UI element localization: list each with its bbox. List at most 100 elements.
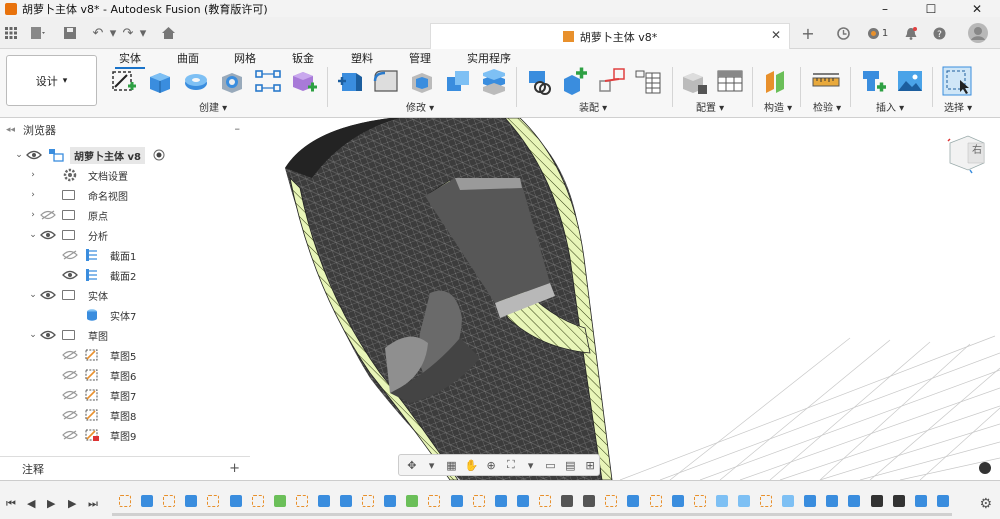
timeline-joint-feature[interactable] — [870, 495, 883, 507]
timeline-end-icon[interactable]: ⏭ — [88, 497, 98, 511]
undo-dropdown-icon[interactable]: ▾ — [105, 25, 121, 41]
activate-radio-icon[interactable] — [153, 149, 165, 161]
group-modify[interactable]: 修改 ▾ — [406, 99, 434, 114]
fillet-icon[interactable] — [372, 67, 400, 95]
group-configure[interactable]: 配置 ▾ — [696, 99, 724, 114]
hidden-eye-icon[interactable] — [40, 210, 56, 220]
look-at-icon[interactable]: ▦ — [443, 457, 461, 473]
visibility-eye-icon[interactable] — [40, 330, 56, 340]
notes-panel-header[interactable]: 注释 + — [0, 456, 250, 480]
timeline-sketch-feature[interactable] — [539, 495, 551, 507]
bom-table-icon[interactable] — [634, 67, 662, 95]
help-icon[interactable]: ? — [931, 25, 947, 41]
tab-manage[interactable]: 管理 — [409, 50, 431, 66]
hidden-eye-icon[interactable] — [62, 370, 78, 380]
undo-icon[interactable]: ↶ — [90, 25, 106, 41]
orbit-icon[interactable]: ✥ — [403, 457, 421, 473]
tab-surface[interactable]: 曲面 — [177, 50, 199, 66]
tree-item-sketch5[interactable]: 草图5 — [48, 346, 140, 364]
notifications-bell-icon[interactable] — [903, 25, 919, 41]
tree-root[interactable]: ⌄ 胡萝卜主体 v8 — [12, 146, 165, 164]
viewports-icon[interactable]: ⊞ — [581, 457, 599, 473]
tree-item-section1[interactable]: 截面1 — [48, 246, 140, 264]
tree-item-bodies[interactable]: ⌄ 实体 — [26, 286, 112, 304]
chevron-right-icon[interactable]: › — [26, 210, 40, 220]
collapse-panel-icon[interactable]: ◂◂ — [6, 125, 15, 135]
timeline-play-icon[interactable]: ▶ — [47, 497, 55, 510]
revolve-icon[interactable] — [182, 67, 210, 95]
timeline-body-feature[interactable] — [384, 495, 397, 507]
timeline-sketch-feature[interactable] — [119, 495, 131, 507]
timeline-body-feature[interactable] — [340, 495, 353, 507]
timeline-fillet-feature[interactable] — [737, 495, 750, 507]
group-select[interactable]: 选择 ▾ — [944, 99, 972, 114]
close-button[interactable]: ✕ — [954, 0, 1000, 17]
timeline-start-icon[interactable]: ⏮ — [6, 497, 16, 511]
maximize-button[interactable]: ☐ — [908, 0, 954, 17]
timeline-move-feature[interactable] — [583, 495, 596, 507]
timeline-body-feature[interactable] — [826, 495, 839, 507]
tree-item-named-views[interactable]: › 命名视图 — [26, 186, 132, 204]
timeline-body-feature[interactable] — [627, 495, 640, 507]
pan-hand-icon[interactable]: ✋ — [462, 457, 480, 473]
combine-icon[interactable] — [444, 67, 472, 95]
visibility-eye-icon[interactable] — [40, 290, 56, 300]
timeline-sketch-feature[interactable] — [760, 495, 773, 507]
home-icon[interactable] — [160, 25, 176, 41]
browser-minimize-button[interactable]: – — [235, 122, 241, 135]
timeline-body-feature[interactable] — [936, 495, 949, 507]
hole-icon[interactable] — [218, 67, 246, 95]
group-insert[interactable]: 插入 ▾ — [876, 99, 904, 114]
timeline-plane-feature[interactable] — [406, 495, 419, 507]
timeline-sketch-feature[interactable] — [472, 495, 485, 507]
tree-item-analysis[interactable]: ⌄ 分析 — [26, 226, 112, 244]
workspace-switcher[interactable]: 设计 ▾ — [6, 55, 97, 106]
measure-icon[interactable] — [812, 67, 840, 95]
tab-solid[interactable]: 实体 — [115, 50, 145, 69]
timeline-next-icon[interactable]: ▶ — [68, 497, 76, 510]
timeline-sketch-feature[interactable] — [605, 495, 618, 507]
timeline-track[interactable] — [112, 513, 952, 516]
grid-settings-icon[interactable]: ▤ — [561, 457, 579, 473]
file-menu-icon[interactable] — [30, 25, 46, 41]
tree-item-sketch6[interactable]: 草图6 — [48, 366, 140, 384]
display-settings-icon[interactable]: ▭ — [542, 457, 560, 473]
timeline-body-feature[interactable] — [317, 495, 330, 507]
visibility-eye-icon[interactable] — [26, 150, 42, 160]
tree-item-section2[interactable]: 截面2 — [48, 266, 140, 284]
insert-canvas-icon[interactable] — [896, 67, 924, 95]
tree-item-origin[interactable]: › 原点 — [26, 206, 112, 224]
timeline-fillet-feature[interactable] — [782, 495, 795, 507]
group-assemble[interactable]: 装配 ▾ — [579, 99, 607, 114]
new-component-icon[interactable] — [526, 67, 554, 95]
chevron-down-icon[interactable]: ⌄ — [26, 330, 40, 340]
group-create[interactable]: 创建 ▾ — [199, 99, 227, 114]
chevron-down-icon[interactable]: ⌄ — [12, 150, 26, 160]
fit-icon[interactable]: ⛶ — [502, 457, 520, 473]
timeline-move-feature[interactable] — [561, 495, 574, 507]
user-avatar[interactable] — [968, 23, 988, 43]
timeline-sketch-feature[interactable] — [649, 495, 662, 507]
timeline-prev-icon[interactable]: ◀ — [27, 497, 35, 510]
timeline-plane-feature[interactable] — [273, 495, 286, 507]
create-form-icon[interactable] — [290, 67, 318, 95]
chevron-down-icon[interactable]: ⌄ — [26, 230, 40, 240]
visibility-eye-icon[interactable] — [40, 230, 56, 240]
timeline-sketch-feature[interactable] — [251, 495, 264, 507]
timeline-body-feature[interactable] — [229, 495, 242, 507]
hidden-eye-icon[interactable] — [62, 410, 78, 420]
minimize-button[interactable]: – — [862, 0, 908, 17]
chevron-down-icon[interactable]: ⌄ — [26, 290, 40, 300]
notes-add-button[interactable]: + — [229, 461, 240, 476]
performance-indicator-icon[interactable] — [979, 462, 991, 474]
visibility-eye-icon[interactable] — [62, 270, 78, 280]
new-tab-icon[interactable]: + — [800, 24, 816, 43]
timeline-sketch-feature[interactable] — [428, 495, 441, 507]
redo-icon[interactable]: ↷ — [120, 25, 136, 41]
tree-item-sketch7[interactable]: 草图7 — [48, 386, 140, 404]
tab-sheet-metal[interactable]: 钣金 — [292, 50, 314, 66]
config-table-icon[interactable] — [716, 67, 744, 95]
tree-item-sketches[interactable]: ⌄ 草图 — [26, 326, 112, 344]
hidden-eye-icon[interactable] — [62, 430, 78, 440]
pattern-icon[interactable] — [254, 67, 282, 95]
